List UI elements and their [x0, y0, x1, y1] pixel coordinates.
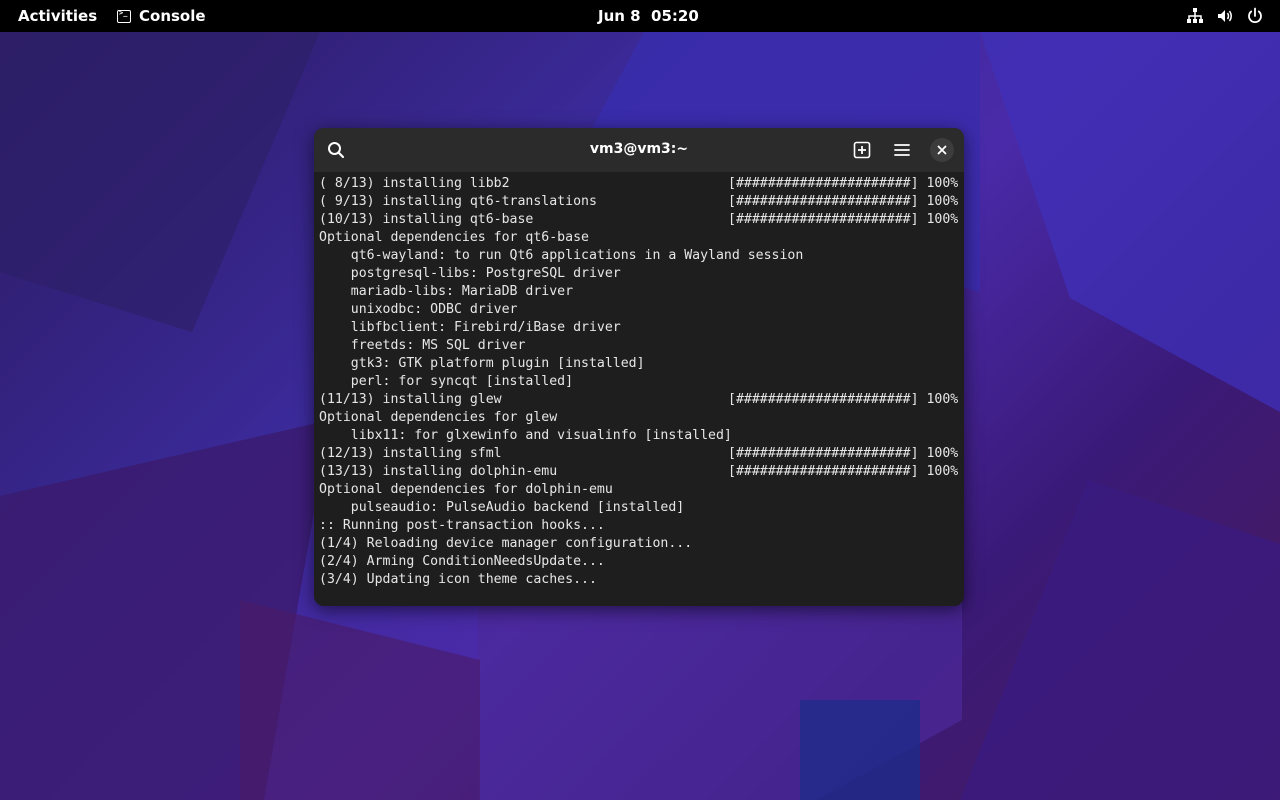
activities-button[interactable]: Activities — [18, 7, 97, 25]
terminal-window: vm3@vm3:~ ( 8/13) installing libb2 [#####… — [314, 128, 964, 606]
terminal-line: :: Running post-transaction hooks... — [319, 517, 964, 535]
terminal-line-text: (1/4) Reloading device manager configura… — [319, 536, 693, 551]
terminal-line-text: :: Running post-transaction hooks... — [319, 518, 605, 533]
terminal-line: (1/4) Reloading device manager configura… — [319, 535, 964, 553]
terminal-line: ( 8/13) installing libb2 [###############… — [319, 175, 964, 193]
terminal-line: qt6-wayland: to run Qt6 applications in … — [319, 247, 964, 265]
wallpaper-facet — [980, 32, 1280, 412]
terminal-line: freetds: MS SQL driver — [319, 337, 964, 355]
terminal-line-text: libfbclient: Firebird/iBase driver — [319, 320, 621, 335]
terminal-line-text: unixodbc: ODBC driver — [319, 302, 518, 317]
app-menu-button[interactable]: Console — [117, 7, 206, 25]
main-menu-button[interactable] — [890, 138, 914, 162]
terminal-line-text: gtk3: GTK platform plugin [installed] — [319, 356, 645, 371]
progress-bar-text: [######################] 100% — [728, 446, 959, 461]
terminal-line-text: postgresql-libs: PostgreSQL driver — [319, 266, 621, 281]
terminal-line: (13/13) installing dolphin-emu [#########… — [319, 463, 964, 481]
wallpaper-facet — [800, 700, 920, 800]
terminal-line: (2/4) Arming ConditionNeedsUpdate... — [319, 553, 964, 571]
terminal-line-text: perl: for syncqt [installed] — [319, 374, 574, 389]
terminal-line-text: ( 9/13) installing qt6-translations — [319, 194, 597, 209]
terminal-line: gtk3: GTK platform plugin [installed] — [319, 355, 964, 373]
terminal-line-text: (11/13) installing glew — [319, 392, 502, 407]
terminal-line: ( 9/13) installing qt6-translations [####… — [319, 193, 964, 211]
window-titlebar[interactable]: vm3@vm3:~ — [314, 128, 964, 172]
close-button[interactable] — [930, 138, 954, 162]
wallpaper-facet — [960, 480, 1280, 800]
terminal-line-text: (10/13) installing qt6-base — [319, 212, 534, 227]
terminal-line-text: (3/4) Updating icon theme caches... — [319, 572, 597, 587]
terminal-line-text: qt6-wayland: to run Qt6 applications in … — [319, 248, 804, 263]
terminal-line-text: ( 8/13) installing libb2 — [319, 176, 510, 191]
terminal-line: perl: for syncqt [installed] — [319, 373, 964, 391]
terminal-line-text: Optional dependencies for dolphin-emu — [319, 482, 613, 497]
terminal-line-text: freetds: MS SQL driver — [319, 338, 526, 353]
terminal-line: pulseaudio: PulseAudio backend [installe… — [319, 499, 964, 517]
terminal-line: unixodbc: ODBC driver — [319, 301, 964, 319]
terminal-icon — [117, 9, 131, 23]
volume-icon — [1218, 10, 1232, 22]
hamburger-menu-icon — [894, 144, 910, 156]
network-icon — [1187, 8, 1203, 23]
terminal-line: Optional dependencies for dolphin-emu — [319, 481, 964, 499]
terminal-line-text: (2/4) Arming ConditionNeedsUpdate... — [319, 554, 605, 569]
progress-bar-text: [######################] 100% — [728, 212, 959, 227]
terminal-output[interactable]: ( 8/13) installing libb2 [###############… — [314, 172, 964, 589]
wallpaper-facet — [240, 600, 480, 800]
new-tab-button[interactable] — [850, 138, 874, 162]
progress-bar-text: [######################] 100% — [728, 464, 959, 479]
terminal-line-text: (12/13) installing sfml — [319, 446, 502, 461]
terminal-line: libfbclient: Firebird/iBase driver — [319, 319, 964, 337]
terminal-line: (12/13) installing sfml [################… — [319, 445, 964, 463]
terminal-line: libx11: for glxewinfo and visualinfo [in… — [319, 427, 964, 445]
terminal-line: mariadb-libs: MariaDB driver — [319, 283, 964, 301]
terminal-line: Optional dependencies for qt6-base — [319, 229, 964, 247]
progress-bar-text: [######################] 100% — [728, 392, 959, 407]
terminal-line: (10/13) installing qt6-base [############… — [319, 211, 964, 229]
app-menu-label: Console — [139, 7, 206, 25]
terminal-line-text: pulseaudio: PulseAudio backend [installe… — [319, 500, 685, 515]
new-tab-icon — [853, 141, 871, 159]
clock[interactable]: Jun 8 05:20 — [598, 7, 699, 25]
system-status-menu[interactable] — [1186, 7, 1264, 25]
desktop: Activities Console Jun 8 05:20 — [0, 0, 1280, 800]
terminal-line-text: Optional dependencies for qt6-base — [319, 230, 589, 245]
terminal-line: Optional dependencies for glew — [319, 409, 964, 427]
terminal-line-text: libx11: for glxewinfo and visualinfo [in… — [319, 428, 732, 443]
terminal-line: (3/4) Updating icon theme caches... — [319, 571, 964, 589]
terminal-line-text: Optional dependencies for glew — [319, 410, 558, 425]
terminal-line: postgresql-libs: PostgreSQL driver — [319, 265, 964, 283]
terminal-line-text: (13/13) installing dolphin-emu — [319, 464, 558, 479]
top-bar: Activities Console Jun 8 05:20 — [0, 0, 1280, 32]
progress-bar-text: [######################] 100% — [728, 176, 959, 191]
progress-bar-text: [######################] 100% — [728, 194, 959, 209]
wallpaper-facet — [0, 32, 320, 332]
terminal-line: (11/13) installing glew [################… — [319, 391, 964, 409]
close-icon — [937, 145, 947, 155]
power-icon — [1248, 7, 1262, 23]
terminal-line-text: mariadb-libs: MariaDB driver — [319, 284, 574, 299]
